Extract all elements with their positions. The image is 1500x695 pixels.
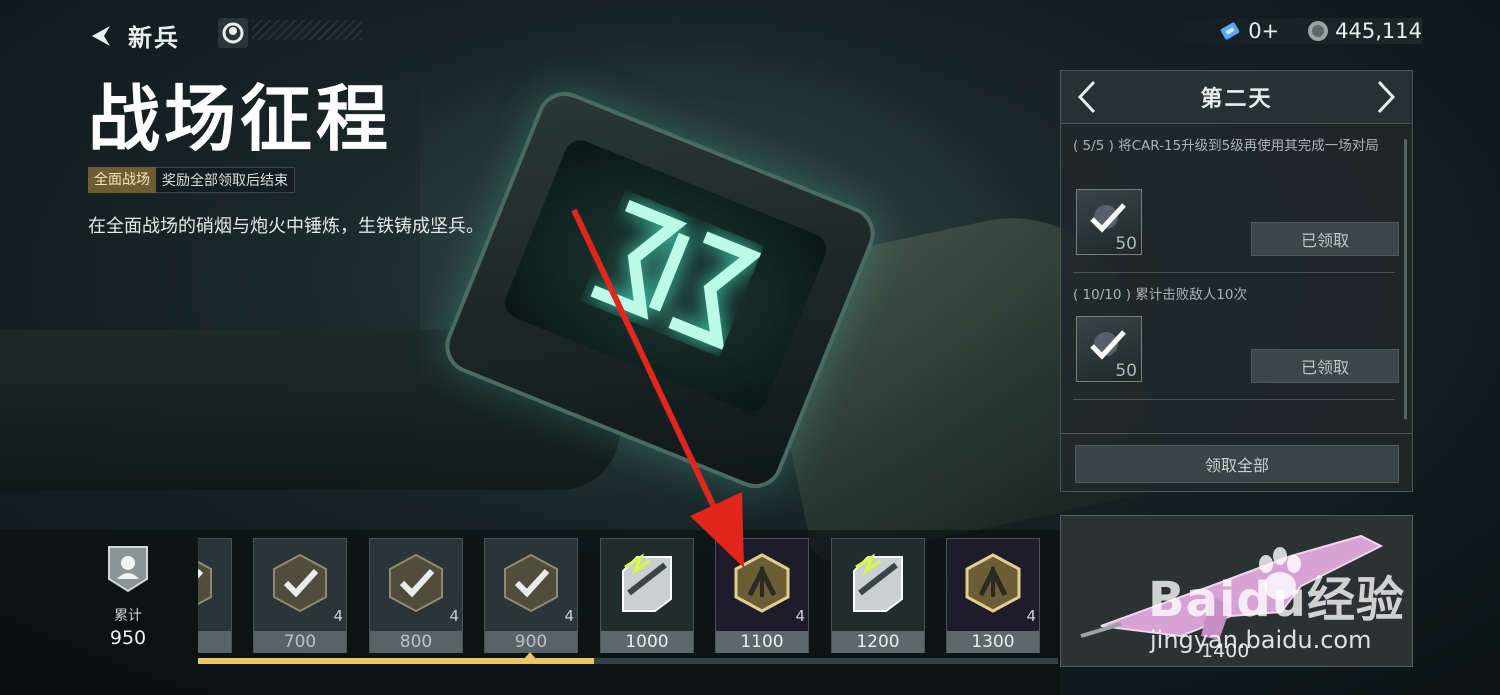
reward-item[interactable]: 4 1100	[715, 538, 809, 653]
claimed-button[interactable]: 已领取	[1251, 349, 1399, 383]
task-text: ( 10/10 ) 累计击败敌人10次	[1073, 287, 1247, 303]
reward-threshold: 700	[254, 631, 346, 653]
currency-bar: 0+ 445,114	[1152, 18, 1422, 44]
reward-count: 4	[795, 607, 805, 625]
daily-task-panel: 第二天 ( 5/5 ) 将CAR-15升级到5级再使用其完成一场对局 50 已领…	[1060, 70, 1413, 492]
task-item: ( 10/10 ) 累计击败敌人10次	[1073, 284, 1393, 306]
reward-item[interactable]: 1000	[600, 538, 694, 653]
reward-count: 4	[564, 607, 574, 625]
event-tags: 全面战场 奖励全部领取后结束	[88, 167, 295, 193]
total-label: 累计	[114, 608, 142, 624]
reward-count: 4	[1026, 607, 1036, 625]
coin-icon	[1308, 21, 1329, 41]
coin-currency[interactable]: 445,114	[1307, 19, 1422, 43]
reward-item[interactable]: 4 800	[369, 538, 463, 653]
reward-item[interactable]: 4 900	[484, 538, 578, 653]
reward-item[interactable]: 4 1300	[946, 538, 1040, 653]
next-day-button[interactable]	[1360, 71, 1412, 123]
day-title: 第二天	[1200, 87, 1273, 112]
reward-threshold: 0	[198, 631, 231, 653]
claim-all-button[interactable]: 领取全部	[1075, 445, 1399, 483]
preview-threshold: 1400	[1201, 640, 1250, 662]
reward-threshold: 1300	[947, 631, 1039, 653]
page-title: 战场征程	[88, 77, 393, 161]
reward-item[interactable]: 1200	[831, 538, 925, 653]
check-icon	[273, 553, 327, 613]
event-description: 在全面战场的硝烟与炮火中锤炼，生铁铸成坚兵。	[88, 216, 484, 237]
reward-qty: 50	[1115, 361, 1137, 381]
coin-value: 445,114	[1335, 19, 1422, 43]
weapon-card-icon	[853, 553, 903, 612]
reward-count: 4	[449, 607, 459, 625]
player-rank-icon	[108, 546, 148, 593]
prev-day-button[interactable]	[1061, 71, 1113, 123]
task-text: ( 5/5 ) 将CAR-15升级到5级再使用其完成一场对局	[1073, 138, 1379, 154]
reward-threshold: 1200	[832, 631, 924, 653]
panel-scrollbar[interactable]	[1404, 139, 1407, 419]
reward-item[interactable]: 0	[198, 538, 232, 653]
final-reward-preview[interactable]: 1400	[1060, 515, 1413, 667]
task-reward-item[interactable]: 50	[1076, 316, 1142, 382]
total-points: 累计 950	[100, 545, 156, 649]
back-label: 新兵	[128, 24, 180, 52]
progress-marker	[524, 652, 536, 659]
task-item: ( 5/5 ) 将CAR-15升级到5级再使用其完成一场对局	[1073, 135, 1393, 157]
total-value: 950	[109, 627, 147, 649]
back-arrow-icon	[92, 25, 110, 46]
rank-badge-icon	[965, 553, 1021, 613]
task-reward-item[interactable]: 50	[1076, 189, 1142, 255]
check-icon	[389, 553, 443, 613]
rank-badge-icon	[734, 553, 790, 613]
reward-item[interactable]: 4 700	[253, 538, 347, 653]
claimed-button[interactable]: 已领取	[1251, 222, 1399, 256]
mode-tag: 全面战场	[88, 167, 156, 193]
back-button[interactable]: 新兵	[88, 18, 180, 53]
end-note-tag: 奖励全部领取后结束	[156, 167, 295, 193]
day-selector: 第二天	[1061, 71, 1412, 124]
chevron-right-icon	[1377, 80, 1396, 114]
reward-count: 4	[333, 607, 343, 625]
check-icon	[504, 553, 558, 613]
header-decoration	[252, 20, 362, 40]
reward-qty: 50	[1115, 234, 1137, 254]
reward-items-strip[interactable]: 0 4 700 4 800 4 900 1000	[198, 538, 1058, 653]
reward-threshold: 800	[370, 631, 462, 653]
weapon-card-icon	[622, 553, 672, 612]
reward-threshold: 1000	[601, 631, 693, 653]
ticket-icon	[1220, 22, 1240, 40]
reward-threshold: 900	[485, 631, 577, 653]
check-icon	[198, 560, 212, 606]
reward-threshold: 1100	[716, 631, 808, 653]
ticket-value: 0+	[1248, 19, 1280, 43]
chevron-left-icon	[1077, 80, 1096, 114]
mode-icon[interactable]	[218, 18, 248, 48]
ticket-currency[interactable]: 0+	[1218, 19, 1279, 43]
